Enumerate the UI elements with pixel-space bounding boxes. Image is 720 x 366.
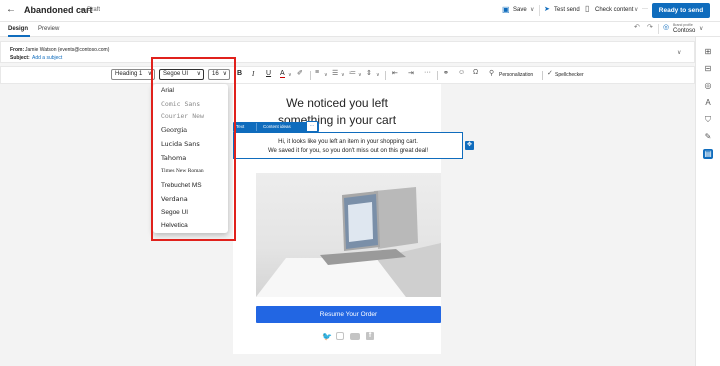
status-badge: Draft [87, 7, 101, 13]
paragraph-style-value: Heading 1 [115, 71, 143, 77]
highlight-annotation-box [151, 57, 236, 241]
link-icon[interactable]: ⚭ [443, 69, 449, 77]
check-content-chevron-icon[interactable]: ∨ [634, 6, 638, 13]
ready-to-send-button[interactable]: Ready to send [652, 3, 710, 18]
paragraph-style-select[interactable]: Heading 1 ∨ [111, 69, 155, 80]
instagram-icon[interactable] [336, 332, 344, 340]
brand-profile-label: Brand profile [673, 23, 693, 27]
email-header: From: Jamie Watson (events@contoso.com) … [0, 41, 695, 63]
text-style-icon[interactable]: A [703, 98, 713, 108]
subject-label: Subject: [10, 55, 30, 61]
chevron-down-icon[interactable]: ∨ [376, 72, 380, 78]
test-send-button[interactable]: Test send [554, 7, 580, 13]
divider [385, 71, 386, 80]
divider [310, 71, 311, 80]
shield-icon[interactable]: ⛉ [703, 115, 713, 125]
line-spacing-icon[interactable]: ⇕ [366, 69, 372, 77]
properties-icon[interactable]: ▤ [703, 149, 713, 159]
laptop-illustration [256, 187, 441, 297]
back-arrow-icon[interactable]: ← [6, 5, 16, 15]
content-ideas-button[interactable]: Content ideas [263, 124, 291, 129]
chevron-down-icon[interactable]: ∨ [358, 72, 362, 78]
block-more-button[interactable]: ··· [306, 121, 318, 132]
more-actions-button[interactable]: ··· [642, 6, 648, 12]
add-element-icon[interactable]: ⊞ [703, 47, 713, 57]
italic-button[interactable]: I [252, 70, 254, 78]
theme-icon[interactable]: ◎ [703, 81, 713, 91]
chevron-down-icon[interactable]: ∨ [288, 72, 292, 78]
from-field[interactable]: Jamie Watson (events@contoso.com) [25, 47, 109, 53]
spellchecker-button[interactable]: Spellchecker [555, 72, 584, 78]
email-heading-line1[interactable]: We noticed you left [233, 96, 441, 110]
email-body-line2[interactable]: We saved it for you, so you don't miss o… [233, 148, 463, 154]
chevron-down-icon[interactable]: ∨ [324, 72, 328, 78]
save-chevron-icon[interactable]: ∨ [530, 6, 534, 13]
selected-text-block[interactable] [233, 132, 463, 159]
bullet-list-icon[interactable]: ☰ [332, 69, 338, 77]
product-image[interactable] [256, 173, 441, 297]
save-button[interactable]: Save [513, 7, 527, 13]
redo-icon[interactable]: ↷ [647, 23, 653, 31]
brand-icon[interactable]: ◎ [663, 23, 669, 31]
outdent-icon[interactable]: ⇤ [392, 69, 398, 77]
more-format-button[interactable]: ··· [424, 69, 431, 76]
brand-profile-name[interactable]: Contoso [673, 28, 695, 34]
divider [539, 5, 540, 16]
text-block-label[interactable]: Text [236, 124, 244, 129]
divider [437, 71, 438, 80]
layout-icon[interactable]: ⊟ [703, 64, 713, 74]
indent-icon[interactable]: ⇥ [408, 69, 414, 77]
twitter-icon[interactable]: 🐦 [322, 332, 332, 341]
divider [542, 71, 543, 80]
underline-button[interactable]: U [266, 70, 271, 77]
personalization-icon[interactable]: ⚲ [489, 69, 494, 77]
highlight-icon[interactable]: ✐ [297, 69, 303, 77]
tab-preview[interactable]: Preview [38, 26, 59, 32]
editor-tabs: Design Preview ↶ ↷ ◎ Brand profile Conto… [0, 22, 720, 37]
brand-chevron-icon[interactable]: ∨ [699, 25, 703, 32]
save-icon[interactable]: ▣ [502, 6, 510, 14]
chevron-down-icon[interactable]: ∨ [341, 72, 345, 78]
font-color-button[interactable]: A [280, 70, 285, 78]
undo-icon[interactable]: ↶ [634, 23, 640, 31]
tab-design[interactable]: Design [8, 26, 28, 32]
spellcheck-icon[interactable]: ✓ [547, 69, 553, 77]
numbered-list-icon[interactable]: ≔ [349, 69, 356, 77]
tab-active-indicator [8, 35, 30, 37]
resume-order-button[interactable]: Resume Your Order [256, 306, 441, 323]
check-content-button[interactable]: Check content [595, 7, 633, 13]
email-body-line1[interactable]: Hi, it looks like you left an item in yo… [233, 139, 463, 145]
divider [256, 123, 257, 131]
header-collapse-chevron-icon[interactable]: ∨ [677, 49, 681, 56]
formatting-toolbar [0, 66, 695, 84]
emoji-icon[interactable]: ☺ [458, 69, 465, 76]
facebook-icon[interactable]: f [366, 332, 374, 340]
top-command-bar: ← Abandoned cart Draft ▣ Save ∨ ➤ Test s… [0, 0, 720, 22]
youtube-icon[interactable] [350, 333, 360, 340]
align-icon[interactable]: ≡ [315, 69, 319, 76]
status-dot [81, 8, 84, 11]
check-content-icon[interactable]: ▯ [585, 5, 589, 13]
divider [658, 24, 659, 34]
bold-button[interactable]: B [237, 70, 242, 77]
personalization-button[interactable]: Personalization [499, 72, 533, 78]
subject-field[interactable]: Add a subject [32, 55, 62, 61]
from-label: From: [10, 47, 25, 53]
send-icon[interactable]: ➤ [544, 6, 550, 13]
assist-icon[interactable]: ✎ [703, 132, 713, 142]
drag-handle-icon[interactable]: ✥ [465, 141, 474, 150]
special-character-icon[interactable]: Ω [473, 69, 478, 76]
